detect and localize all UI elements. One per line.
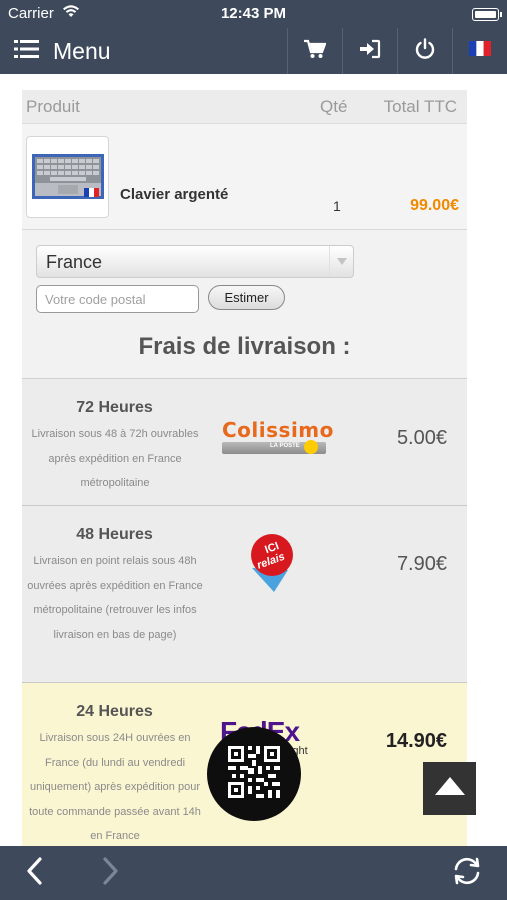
shipping-option-72h[interactable]: 72 Heures Livraison sous 48 à 72h ouvrab… (22, 379, 467, 506)
shipping-fees-title: Frais de livraison : (138, 333, 351, 360)
shipping-option-48h[interactable]: 48 Heures Livraison en point relais sous… (22, 506, 467, 683)
qr-scanner-button[interactable] (207, 727, 301, 821)
shipping-option-name: 48 Heures (76, 526, 153, 543)
shipping-option-name: 24 Heures (76, 703, 153, 720)
dropdown-arrow-icon (329, 246, 353, 277)
cart-button[interactable] (287, 28, 342, 74)
shipping-option-price: 14.90€ (385, 730, 447, 752)
menu-button[interactable]: Menu (14, 34, 111, 68)
shipping-option-price: 5.00€ (396, 427, 447, 449)
back-button[interactable] (14, 854, 54, 892)
shipping-estimator: France Estimer Frais de livraison : (22, 230, 467, 379)
scroll-to-top-button[interactable] (423, 762, 476, 815)
forward-button[interactable] (91, 854, 131, 892)
navbar-actions (287, 28, 507, 74)
country-select[interactable]: France (36, 245, 354, 278)
hamburger-icon (14, 39, 39, 64)
menu-label: Menu (53, 37, 111, 64)
battery-icon (472, 8, 499, 21)
ici-relais-logo: ICI relais (244, 534, 300, 594)
back-arrow-icon (26, 856, 42, 890)
login-button[interactable] (342, 28, 397, 74)
la-poste-label: LA POSTE (270, 443, 300, 449)
shipping-option-name: 72 Heures (76, 399, 153, 416)
triangle-up-icon (434, 777, 465, 800)
header-total: Total TTC (383, 97, 457, 116)
language-button[interactable] (452, 28, 507, 74)
shipping-option-description: Livraison sous 24H ouvrées en France (du… (29, 732, 201, 842)
country-select-value: France (46, 252, 103, 272)
estimate-button[interactable]: Estimer (208, 285, 285, 310)
shipping-option-price: 7.90€ (396, 553, 447, 575)
header-product: Produit (26, 97, 80, 116)
shipping-option-description: Livraison sous 48 à 72h ouvrables après … (31, 428, 199, 489)
qr-code-icon (228, 745, 280, 803)
cart-icon (304, 39, 327, 64)
shipping-option-description: Livraison en point relais sous 48h ouvré… (27, 555, 203, 641)
refresh-icon (452, 857, 482, 890)
forward-arrow-icon (103, 856, 119, 890)
france-flag-icon (469, 41, 491, 61)
postal-code-input[interactable] (36, 285, 199, 313)
refresh-button[interactable] (447, 854, 487, 892)
cart-item-row[interactable]: Clavier argenté 1 99.00€ (22, 124, 467, 230)
colissimo-logo-text: Colissimo (222, 418, 334, 442)
top-navbar: Menu (0, 28, 507, 74)
keyboard-product-image (31, 154, 104, 199)
sign-in-icon (359, 39, 381, 64)
product-quantity: 1 (333, 198, 341, 214)
battery-tip (500, 12, 502, 17)
clock: 12:43 PM (220, 5, 287, 22)
status-bar: Carrier 12:43 PM (0, 0, 507, 28)
logout-button[interactable] (397, 28, 452, 74)
product-total-price: 99.00€ (410, 197, 459, 214)
header-qty: Qté (320, 97, 348, 116)
power-icon (414, 37, 436, 65)
colissimo-logo: Colissimo LA POSTE (222, 418, 334, 457)
product-thumbnail[interactable] (26, 136, 109, 218)
product-name[interactable]: Clavier argenté (120, 186, 228, 203)
cart-table-header: Produit Qté Total TTC (22, 90, 467, 124)
bottom-toolbar (0, 846, 507, 900)
